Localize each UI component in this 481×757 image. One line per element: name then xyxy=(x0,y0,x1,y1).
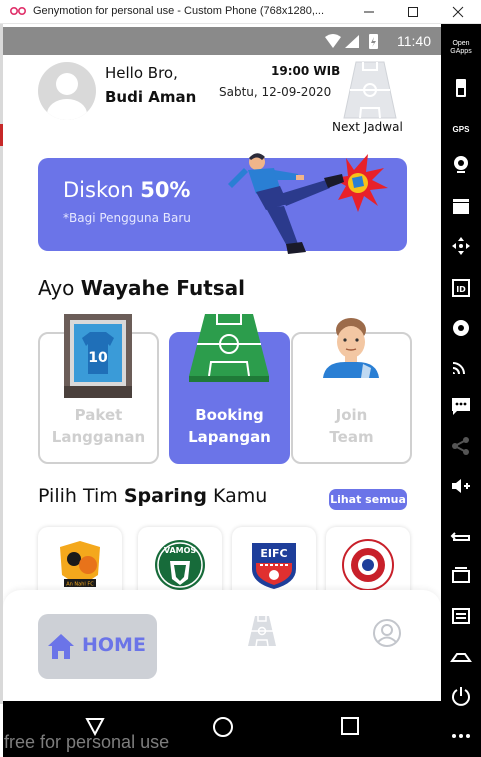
status-icons xyxy=(325,34,378,49)
avatar[interactable] xyxy=(38,62,96,120)
user-avatar-icon xyxy=(47,73,87,120)
home-tool-icon[interactable] xyxy=(449,644,473,668)
cast-tool-icon[interactable] xyxy=(449,354,473,378)
status-time: 11:40 xyxy=(397,33,431,49)
card-paket-langganan[interactable]: 10 Paket Langganan xyxy=(38,314,159,464)
rotate-back-icon[interactable] xyxy=(449,524,473,548)
bottom-navigation: HOME xyxy=(3,590,441,701)
discount-banner[interactable]: Diskon 50% *Bagi Pengguna Baru xyxy=(38,153,407,254)
more-tool-icon[interactable] xyxy=(449,724,473,748)
home-nav-icon[interactable] xyxy=(212,716,234,738)
app-screen: Hello Bro, Budi Aman 19:00 WIB Sabtu, 12… xyxy=(3,55,441,701)
wifi-icon xyxy=(325,34,341,48)
futsal-field-icon xyxy=(189,314,269,382)
next-schedule-label: Next Jadwal xyxy=(332,120,403,134)
nav-home-label: HOME xyxy=(82,634,146,656)
username-text: Budi Aman xyxy=(105,88,197,106)
futsal-field-icon[interactable] xyxy=(342,60,398,120)
gps-tool[interactable]: GPS xyxy=(441,125,481,134)
player-avatar-icon xyxy=(323,318,379,378)
overview-tool-icon[interactable] xyxy=(449,564,473,588)
recents-icon[interactable] xyxy=(340,716,360,736)
nav-field-icon[interactable] xyxy=(247,615,277,647)
schedule-date: Sabtu, 12-09-2020 xyxy=(219,85,332,99)
svg-text:VAMOS: VAMOS xyxy=(164,546,197,555)
id-tool-icon[interactable]: ID xyxy=(449,276,473,300)
section-title-sparring: Pilih Tim Sparing Kamu xyxy=(38,485,268,507)
football-player-illustration xyxy=(228,153,388,254)
close-icon xyxy=(452,6,464,18)
card-label: Paket Langganan xyxy=(51,406,146,446)
jersey-frame-icon: 10 xyxy=(64,314,132,398)
team-logo-an-nahl-icon: An Nahl FC xyxy=(60,541,100,588)
card-join-team[interactable]: Join Team xyxy=(291,318,412,464)
emulator-toolbar: Open GApps GPS ID xyxy=(441,24,481,757)
capture-tool-icon[interactable] xyxy=(449,194,473,218)
svg-text:EIFC: EIFC xyxy=(260,547,287,560)
nav-home-button[interactable]: HOME xyxy=(38,614,157,679)
menu-tool-icon[interactable] xyxy=(449,604,473,628)
minimize-button[interactable] xyxy=(353,0,385,24)
genymotion-logo-icon xyxy=(10,7,26,15)
camera-tool-icon[interactable] xyxy=(449,152,473,176)
watermark-text: free for personal use xyxy=(4,732,170,752)
banner-subtitle: *Bagi Pengguna Baru xyxy=(63,211,191,225)
close-window-button[interactable] xyxy=(442,0,474,24)
team-logo-vamos-icon: VAMOS xyxy=(155,540,205,590)
banner-title: Diskon 50% xyxy=(63,178,191,202)
dpad-tool-icon[interactable] xyxy=(449,234,473,258)
sms-tool-icon[interactable] xyxy=(449,394,473,418)
team-logo-victory-core-icon xyxy=(342,539,394,591)
card-label: Booking Lapangan xyxy=(188,406,271,446)
svg-text:An Nahl FC: An Nahl FC xyxy=(66,582,94,588)
share-tool-icon[interactable] xyxy=(449,434,473,458)
signal-icon xyxy=(345,35,359,48)
team-logo-eifc-icon: EIFC xyxy=(252,543,296,589)
maximize-button[interactable] xyxy=(397,0,429,24)
greeting-text: Hello Bro, xyxy=(105,64,178,82)
disk-tool-icon[interactable] xyxy=(449,316,473,340)
battery-tool-icon[interactable] xyxy=(449,76,473,100)
card-label: Join Team xyxy=(329,406,374,446)
svg-text:ID: ID xyxy=(456,285,466,294)
minimize-icon xyxy=(364,11,374,13)
see-all-button[interactable]: Lihat semua xyxy=(329,489,407,510)
section-title-futsal: Ayo Wayahe Futsal xyxy=(38,276,246,300)
power-tool-icon[interactable] xyxy=(449,684,473,708)
maximize-icon xyxy=(408,7,418,17)
svg-text:10: 10 xyxy=(88,350,108,366)
card-booking-lapangan[interactable]: Booking Lapangan xyxy=(169,314,290,464)
android-status-bar: 11:40 xyxy=(3,27,441,55)
schedule-time: 19:00 WIB xyxy=(271,64,341,78)
opengapps-label[interactable]: Open GApps xyxy=(445,40,477,56)
window-title-bar: Genymotion for personal use - Custom Pho… xyxy=(0,0,481,24)
volume-up-icon[interactable] xyxy=(449,474,473,498)
nav-profile-icon[interactable] xyxy=(372,618,402,648)
window-title: Genymotion for personal use - Custom Pho… xyxy=(33,5,325,17)
home-icon xyxy=(48,634,74,659)
